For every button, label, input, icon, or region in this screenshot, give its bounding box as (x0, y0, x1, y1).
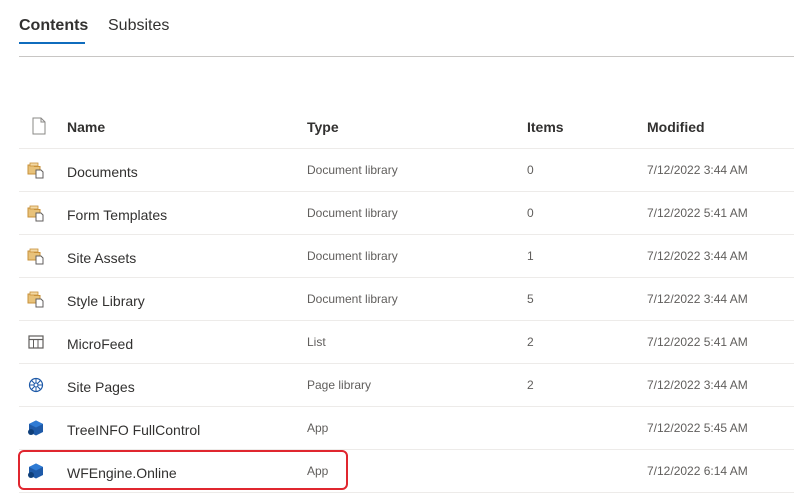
table-header: Name Type Items Modified (19, 105, 794, 149)
page-library-icon (27, 376, 45, 394)
row-type: Document library (307, 163, 398, 177)
row-name-link[interactable]: MicroFeed (67, 336, 133, 352)
table-row[interactable]: WFEngine.Online App 7/12/2022 6:14 AM (19, 450, 794, 493)
row-modified: 7/12/2022 5:41 AM (647, 206, 748, 220)
app-icon (27, 419, 45, 437)
row-name-link[interactable]: Site Assets (67, 250, 136, 266)
column-header-type[interactable]: Type (307, 119, 339, 135)
table-row[interactable]: Site Assets Document library 1 7/12/2022 3:… (19, 235, 794, 278)
row-items: 5 (527, 292, 534, 306)
row-name-link[interactable]: Documents (67, 164, 138, 180)
app-icon (27, 462, 45, 480)
table-row[interactable]: Style Library Document library 5 7/12/2022 … (19, 278, 794, 321)
row-name-link[interactable]: Form Templates (67, 207, 167, 223)
table-row[interactable]: Form Templates Document library 0 7/12/2022… (19, 192, 794, 235)
row-type: Document library (307, 206, 398, 220)
tab-subsites[interactable]: Subsites (108, 17, 169, 35)
row-items: 2 (527, 335, 534, 349)
row-type: Document library (307, 249, 398, 263)
row-modified: 7/12/2022 3:44 AM (647, 292, 748, 306)
list-icon (27, 333, 45, 351)
column-header-name[interactable]: Name (67, 119, 105, 135)
tab-bar: Contents Subsites (19, 0, 794, 57)
row-type: List (307, 335, 326, 349)
row-type: App (307, 421, 329, 435)
document-library-icon (27, 161, 45, 179)
row-name-link[interactable]: Site Pages (67, 379, 135, 395)
row-modified: 7/12/2022 5:45 AM (647, 421, 748, 435)
row-type: Document library (307, 292, 398, 306)
document-library-icon (27, 204, 45, 222)
row-name-link[interactable]: WFEngine.Online (67, 465, 177, 481)
row-modified: 7/12/2022 6:14 AM (647, 464, 748, 478)
row-modified: 7/12/2022 3:44 AM (647, 378, 748, 392)
row-items: 2 (527, 378, 534, 392)
table-row[interactable]: Site Pages Page library 2 7/12/2022 3:44 AM (19, 364, 794, 407)
row-type: Page library (307, 378, 372, 392)
row-items: 0 (527, 163, 534, 177)
file-type-header-icon[interactable] (32, 117, 46, 135)
table-row[interactable]: MicroFeed List 2 7/12/2022 5:41 AM (19, 321, 794, 364)
row-name-link[interactable]: TreeINFO FullControl (67, 422, 200, 438)
column-header-modified[interactable]: Modified (647, 119, 705, 135)
row-modified: 7/12/2022 3:44 AM (647, 249, 748, 263)
document-library-icon (27, 247, 45, 265)
column-header-items[interactable]: Items (527, 119, 564, 135)
active-tab-indicator (19, 42, 85, 44)
table-row[interactable]: TreeINFO FullControl App 7/12/2022 5:45 AM (19, 407, 794, 450)
row-modified: 7/12/2022 5:41 AM (647, 335, 748, 349)
tab-contents[interactable]: Contents (19, 17, 88, 35)
row-type: App (307, 464, 329, 478)
row-items: 1 (527, 249, 534, 263)
row-modified: 7/12/2022 3:44 AM (647, 163, 748, 177)
document-library-icon (27, 290, 45, 308)
table-row[interactable]: Documents Document library 0 7/12/2022 3:44… (19, 149, 794, 192)
row-items: 0 (527, 206, 534, 220)
row-name-link[interactable]: Style Library (67, 293, 145, 309)
